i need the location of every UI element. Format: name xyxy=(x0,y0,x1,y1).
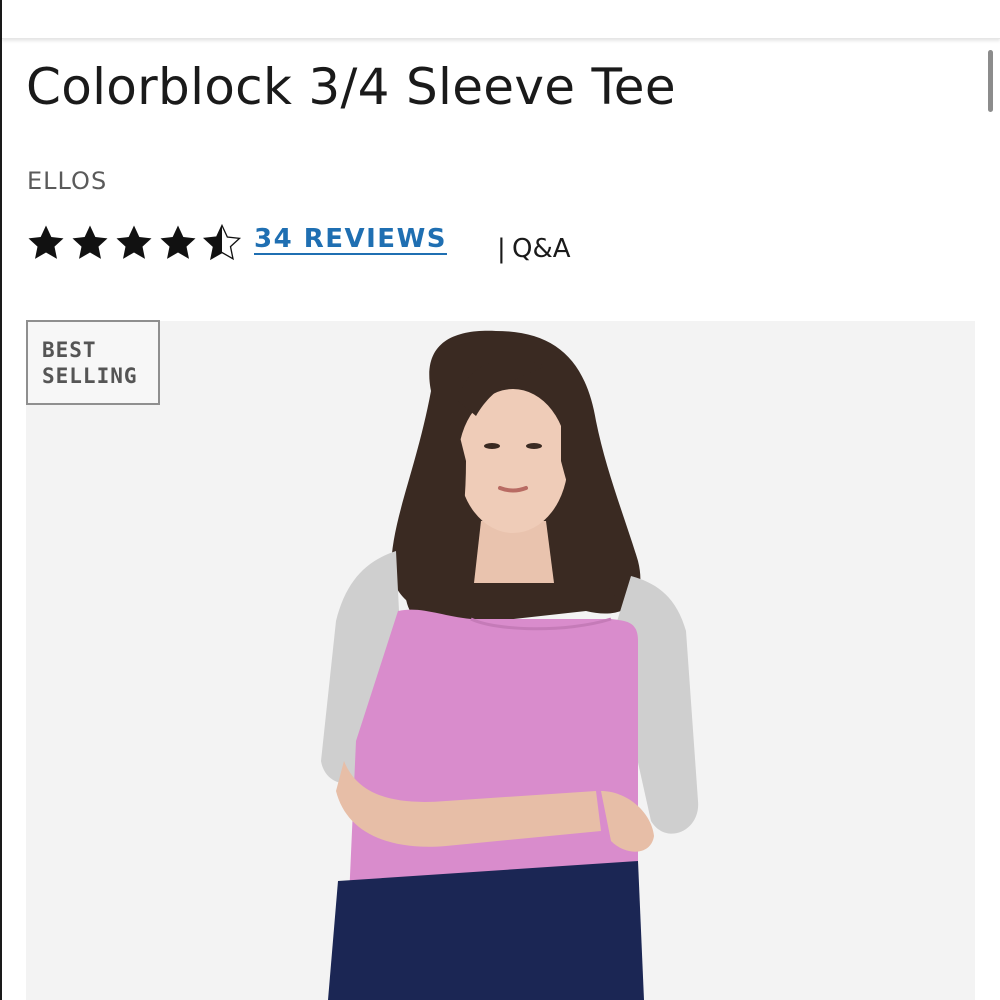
star-half-icon xyxy=(202,223,242,261)
best-selling-badge: BEST SELLING xyxy=(26,320,160,405)
product-title: Colorblock 3/4 Sleeve Tee xyxy=(26,58,676,116)
separator: | xyxy=(497,234,506,264)
badge-line1: BEST xyxy=(42,337,97,362)
star-filled-icon xyxy=(28,225,64,259)
reviews-link[interactable]: 34 REVIEWS xyxy=(254,224,447,254)
star-filled-icon xyxy=(160,225,196,259)
top-bar xyxy=(2,0,1000,39)
window-edge xyxy=(0,0,2,1000)
model-photo xyxy=(321,330,699,1000)
badge-line2: SELLING xyxy=(42,363,138,388)
qa-link[interactable]: Q&A xyxy=(512,234,571,264)
scrollbar[interactable] xyxy=(988,50,993,112)
rating-stars[interactable] xyxy=(26,222,246,264)
product-image[interactable] xyxy=(26,321,975,1000)
star-filled-icon xyxy=(72,225,108,259)
brand-name[interactable]: ELLOS xyxy=(27,167,107,195)
star-filled-icon xyxy=(116,225,152,259)
